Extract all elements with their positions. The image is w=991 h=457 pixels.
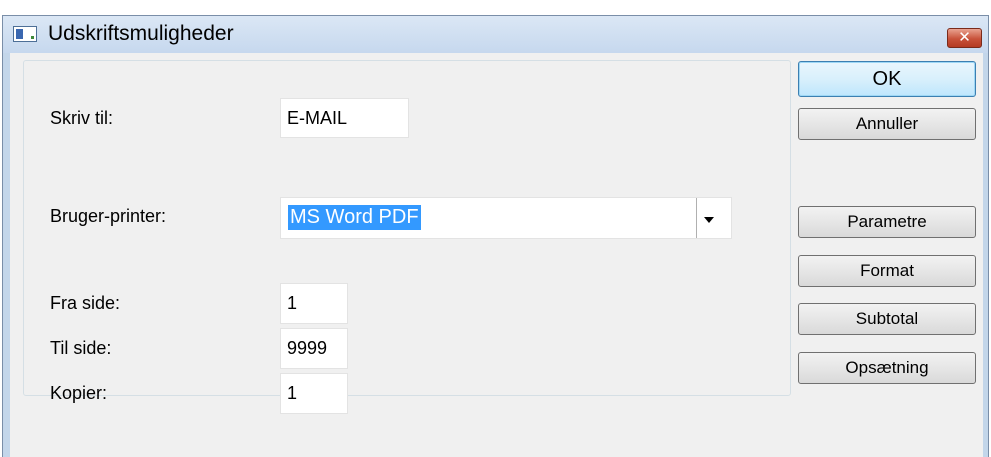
write-to-label: Skriv til: bbox=[50, 108, 113, 128]
close-icon: ✕ bbox=[958, 28, 971, 46]
app-window-icon bbox=[13, 26, 37, 42]
close-button[interactable]: ✕ bbox=[947, 28, 982, 48]
dialog-body: Skriv til: E-MAIL Bruger-printer: MS Wor… bbox=[10, 53, 983, 457]
parameters-button[interactable]: Parametre bbox=[798, 206, 976, 238]
print-options-dialog: Udskriftsmuligheder ✕ Skriv til: E-MAIL … bbox=[2, 15, 989, 457]
copies-label: Kopier: bbox=[50, 383, 108, 403]
user-printer-label: Bruger-printer: bbox=[50, 206, 167, 226]
ok-button[interactable]: OK bbox=[798, 61, 976, 97]
user-printer-selected-value: MS Word PDF bbox=[288, 205, 421, 230]
to-page-field[interactable]: 9999 bbox=[280, 328, 348, 369]
title-bar[interactable]: Udskriftsmuligheder ✕ bbox=[3, 16, 988, 53]
setup-button[interactable]: Opsætning bbox=[798, 352, 976, 384]
combo-separator bbox=[696, 198, 697, 238]
from-page-label: Fra side: bbox=[50, 293, 121, 313]
subtotal-button[interactable]: Subtotal bbox=[798, 303, 976, 335]
copies-field[interactable]: 1 bbox=[280, 373, 348, 414]
user-printer-combobox[interactable]: MS Word PDF bbox=[280, 197, 732, 239]
options-groupbox: Skriv til: E-MAIL Bruger-printer: MS Wor… bbox=[23, 60, 791, 414]
cancel-button[interactable]: Annuller bbox=[798, 108, 976, 140]
from-page-field[interactable]: 1 bbox=[280, 283, 348, 324]
dialog-title: Udskriftsmuligheder bbox=[48, 22, 234, 45]
format-button[interactable]: Format bbox=[798, 255, 976, 287]
write-to-field[interactable]: E-MAIL bbox=[280, 98, 409, 138]
to-page-label: Til side: bbox=[50, 338, 112, 358]
chevron-down-icon[interactable] bbox=[704, 217, 714, 223]
